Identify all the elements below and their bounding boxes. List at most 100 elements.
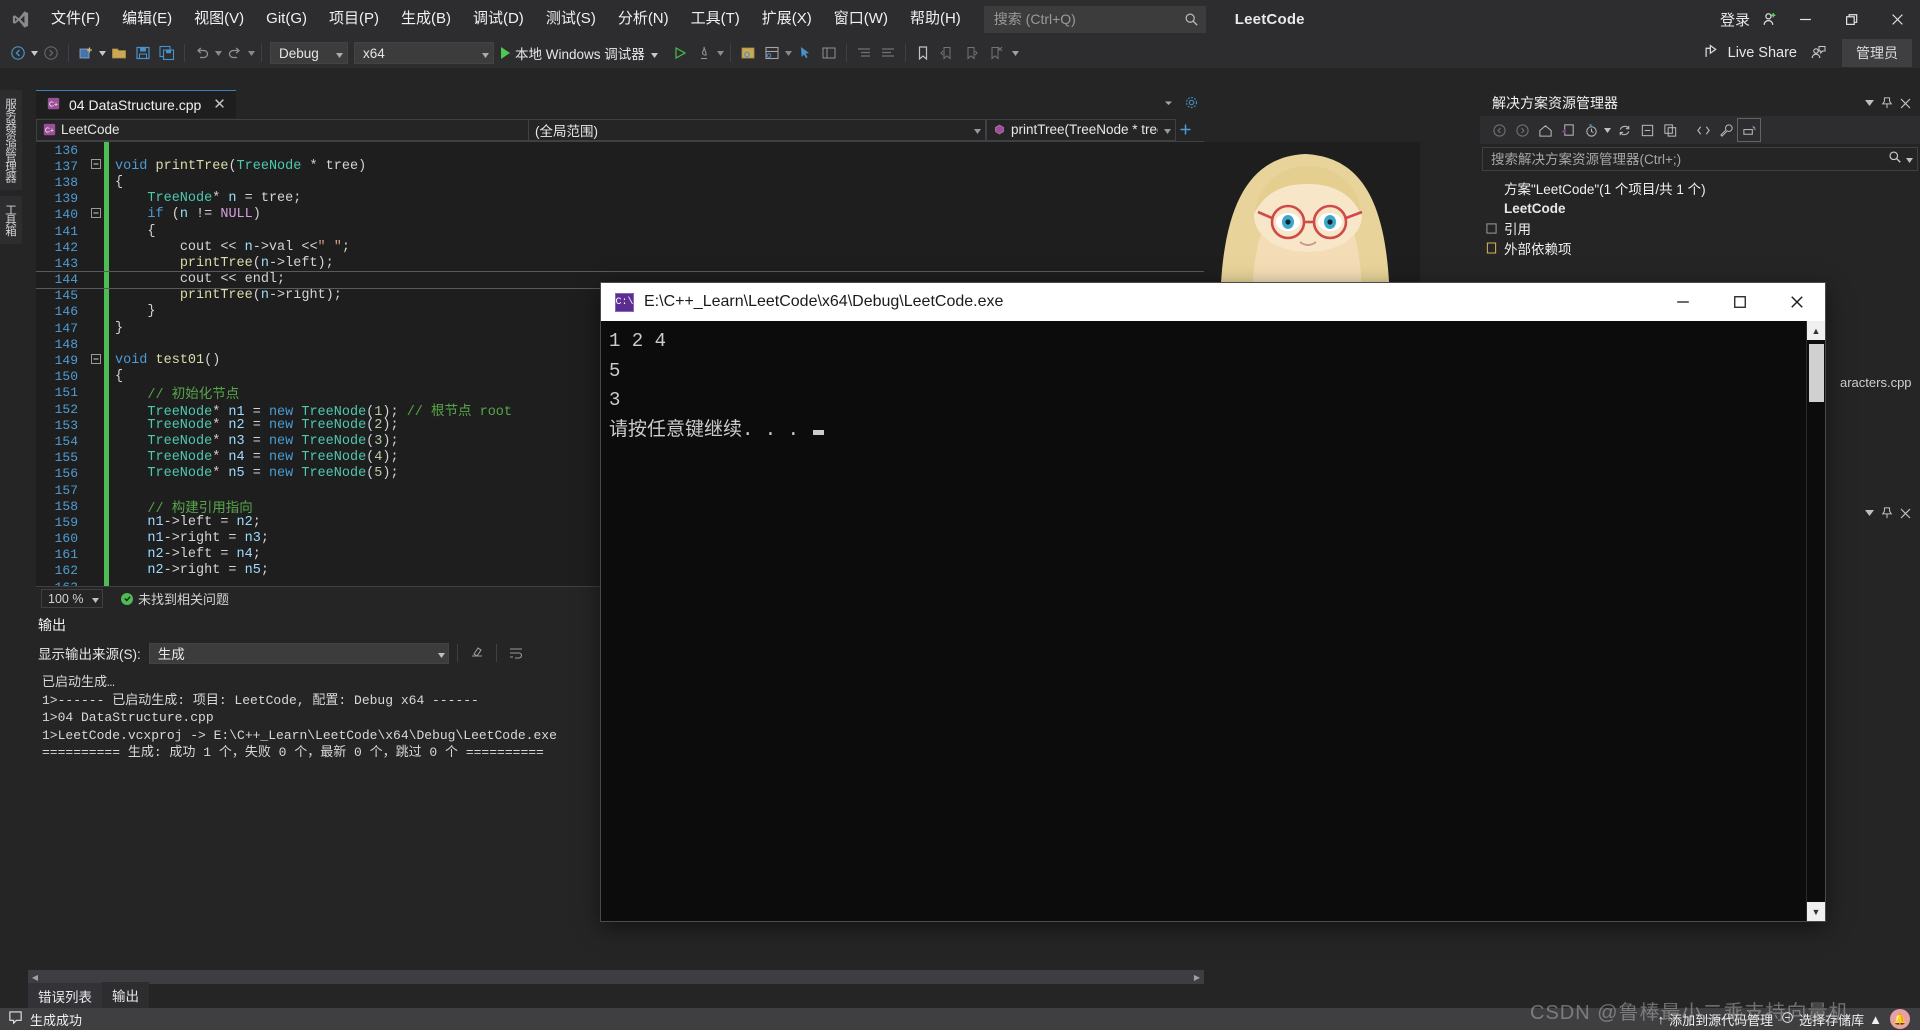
select-repository-button[interactable]: 选择存储库 ▲: [1781, 1010, 1882, 1029]
quick-search-input[interactable]: [993, 11, 1184, 27]
add-to-source-control-button[interactable]: ↑ 添加到源代码管理: [1658, 1010, 1774, 1029]
console-minimize-button[interactable]: [1654, 283, 1711, 321]
console-maximize-button[interactable]: [1711, 283, 1768, 321]
undo-icon[interactable]: [190, 41, 214, 65]
solution-configuration-combo[interactable]: Debug: [270, 42, 348, 64]
collapse-all-icon[interactable]: [1636, 119, 1658, 141]
new-project-dropdown-icon[interactable]: [98, 43, 107, 63]
preview-selected-items-icon[interactable]: [1737, 118, 1761, 142]
chevron-down-icon[interactable]: [1860, 502, 1878, 524]
console-window[interactable]: C:\ E:\C++_Learn\LeetCode\x64\Debug\Leet…: [601, 283, 1825, 921]
minimize-button[interactable]: [1782, 0, 1828, 38]
panel-dropdown-icon[interactable]: [784, 43, 793, 63]
next-bookmark-icon[interactable]: [959, 41, 983, 65]
refresh-icon[interactable]: [1613, 119, 1635, 141]
columns-icon[interactable]: [817, 41, 841, 65]
solution-platform-combo[interactable]: x64: [354, 42, 494, 64]
tab-error-list[interactable]: 错误列表: [28, 983, 102, 1009]
tab-output[interactable]: 输出: [102, 982, 149, 1010]
sign-in-button[interactable]: 登录: [1714, 9, 1756, 30]
code-line[interactable]: 143 printTree(n->left);: [36, 255, 1204, 272]
redo-dropdown-icon[interactable]: [247, 43, 256, 63]
navigate-back-icon[interactable]: [6, 41, 30, 65]
code-line[interactable]: 137 void printTree(TreeNode * tree): [36, 158, 1204, 175]
scroll-right-icon[interactable]: ▶: [1190, 970, 1204, 984]
fold-collapse-icon[interactable]: [88, 207, 104, 222]
menu-debug[interactable]: 调试(D): [462, 0, 535, 38]
prev-bookmark-icon[interactable]: [935, 41, 959, 65]
zoom-level-combo[interactable]: 100 %: [41, 589, 103, 608]
panel-icon[interactable]: [760, 41, 784, 65]
play-hollow-icon[interactable]: [668, 41, 692, 65]
code-line[interactable]: 142 cout << n->val <<" ";: [36, 239, 1204, 256]
live-share-button[interactable]: Live Share: [1697, 41, 1804, 65]
fold-collapse-icon[interactable]: [88, 159, 104, 173]
view-code-icon[interactable]: [1692, 119, 1714, 141]
hot-reload-icon[interactable]: [692, 41, 716, 65]
tree-node-external-dependencies[interactable]: 外部依赖项: [1484, 238, 1920, 258]
close-icon[interactable]: [1896, 502, 1914, 524]
menu-project[interactable]: 项目(P): [318, 0, 390, 38]
undo-dropdown-icon[interactable]: [214, 43, 223, 63]
output-horizontal-scrollbar[interactable]: ◀ ▶: [28, 970, 1204, 984]
sidebar-item-server-explorer[interactable]: 服务器资源管理器: [0, 90, 22, 190]
clear-bookmark-icon[interactable]: [983, 41, 1007, 65]
code-line[interactable]: 141 {: [36, 222, 1204, 240]
solution-explorer-search-input[interactable]: [1491, 151, 1888, 167]
redo-icon[interactable]: [223, 41, 247, 65]
back-dropdown-icon[interactable]: [30, 43, 39, 63]
code-line[interactable]: 139 TreeNode* n = tree;: [36, 190, 1204, 207]
console-close-button[interactable]: [1768, 283, 1825, 321]
bookmark-icon[interactable]: [911, 41, 935, 65]
indent-icon[interactable]: [852, 41, 876, 65]
menu-tools[interactable]: 工具(T): [680, 0, 751, 38]
tree-node-project[interactable]: LeetCode: [1484, 198, 1920, 218]
hot-reload-dropdown-icon[interactable]: [716, 43, 725, 63]
forward-icon[interactable]: [1511, 119, 1533, 141]
menu-build[interactable]: 生成(B): [390, 0, 462, 38]
navigate-forward-icon[interactable]: [39, 41, 63, 65]
quick-search-box[interactable]: [983, 5, 1206, 33]
feedback-person-icon[interactable]: [1804, 41, 1832, 65]
open-folder-icon[interactable]: [107, 41, 131, 65]
chevron-down-icon[interactable]: [1906, 150, 1913, 168]
output-source-combo[interactable]: 生成: [148, 642, 449, 664]
save-all-icon[interactable]: [155, 41, 179, 65]
tree-node-references[interactable]: 引用: [1484, 218, 1920, 238]
bell-icon[interactable]: 🔔: [1890, 1009, 1910, 1029]
menu-test[interactable]: 测试(S): [535, 0, 607, 38]
solution-explorer-tree[interactable]: 方案"LeetCode"(1 个项目/共 1 个) LeetCode 引用 外部…: [1480, 174, 1920, 258]
menu-help[interactable]: 帮助(H): [899, 0, 972, 38]
save-icon[interactable]: [131, 41, 155, 65]
menu-file[interactable]: 文件(F): [40, 0, 111, 38]
menu-git[interactable]: Git(G): [255, 0, 318, 38]
home-icon[interactable]: [1534, 119, 1556, 141]
console-scroll-track[interactable]: [1807, 340, 1825, 902]
plus-icon[interactable]: [1176, 119, 1194, 141]
clear-output-icon[interactable]: [466, 642, 488, 664]
pin-icon[interactable]: [1878, 502, 1896, 524]
sidebar-item-toolbox[interactable]: 工具箱: [0, 196, 22, 244]
close-button[interactable]: [1874, 0, 1920, 38]
code-line[interactable]: 136: [36, 142, 1204, 159]
fold-collapse-icon[interactable]: [88, 353, 104, 368]
menu-view[interactable]: 视图(V): [183, 0, 255, 38]
pending-changes-icon[interactable]: [1580, 119, 1602, 141]
code-line[interactable]: 138 {: [36, 174, 1204, 191]
solution-explorer-search-box[interactable]: [1482, 147, 1918, 171]
pin-icon[interactable]: [1878, 92, 1896, 114]
project-selector[interactable]: C+ LeetCode: [36, 118, 556, 141]
menu-edit[interactable]: 编辑(E): [111, 0, 183, 38]
chevron-down-icon[interactable]: [1860, 92, 1878, 114]
word-wrap-icon[interactable]: [505, 642, 527, 664]
menu-extensions[interactable]: 扩展(X): [751, 0, 823, 38]
console-output-area[interactable]: 1 2 4 5 3 请按任意键继续. . .: [601, 321, 1825, 921]
close-icon[interactable]: [1896, 92, 1914, 114]
tree-node-solution[interactable]: 方案"LeetCode"(1 个项目/共 1 个): [1484, 178, 1920, 198]
console-vertical-scrollbar[interactable]: ▲ ▼: [1806, 321, 1825, 921]
scroll-up-icon[interactable]: ▲: [1807, 321, 1825, 340]
back-icon[interactable]: [1488, 119, 1510, 141]
window-layout-icon[interactable]: [736, 41, 760, 65]
scroll-down-icon[interactable]: ▼: [1807, 902, 1825, 921]
menu-window[interactable]: 窗口(W): [823, 0, 899, 38]
